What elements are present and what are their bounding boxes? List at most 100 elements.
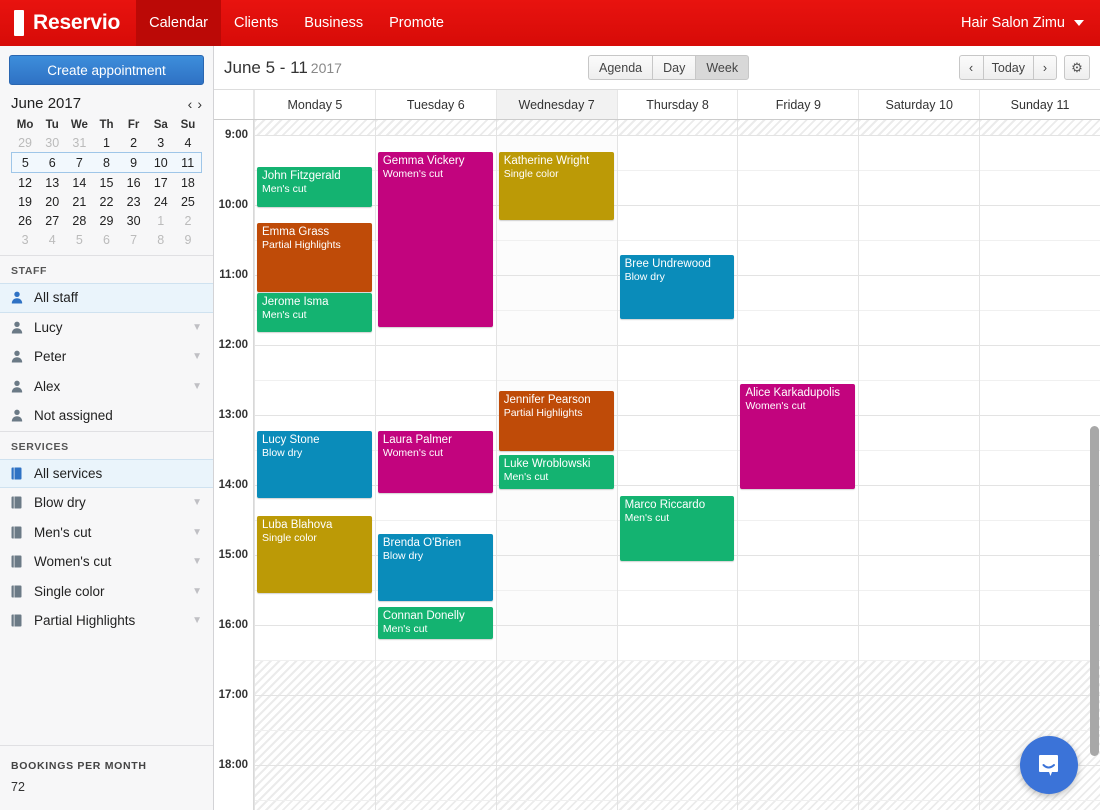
mini-calendar-day[interactable]: 24 <box>147 192 174 211</box>
mini-calendar-day[interactable]: 11 <box>174 152 203 173</box>
mini-calendar-day[interactable]: 14 <box>66 173 93 193</box>
mini-calendar-day[interactable]: 22 <box>93 192 120 211</box>
calendar-event[interactable]: Connan Donelly Men's cut <box>377 607 493 639</box>
view-button-day[interactable]: Day <box>652 55 696 80</box>
mini-calendar-day[interactable]: 25 <box>174 192 201 211</box>
mini-calendar-day[interactable]: 4 <box>174 133 201 153</box>
nav-item-clients[interactable]: Clients <box>221 0 291 46</box>
day-column-thursday[interactable]: Bree Undrewood Blow dry Marco Riccardo Men'… <box>616 120 738 810</box>
calendar-event[interactable]: Jennifer Pearson Partial Highlights <box>498 391 614 451</box>
mini-calendar-day[interactable]: 30 <box>39 133 66 153</box>
service-item-single-color[interactable]: Single color ▼ <box>0 577 213 607</box>
staff-item-lucy[interactable]: Lucy ▼ <box>0 313 213 343</box>
calendar-event[interactable]: Luke Wroblowski Men's cut <box>498 455 614 489</box>
day-header-thursday[interactable]: Thursday 8 <box>616 90 738 119</box>
gear-icon[interactable]: ⚙ <box>1064 55 1090 80</box>
mini-calendar-day[interactable]: 30 <box>120 211 147 230</box>
nav-item-calendar[interactable]: Calendar <box>136 0 221 46</box>
mini-calendar-day[interactable]: 31 <box>66 133 93 153</box>
calendar-scrollbar-thumb[interactable] <box>1090 426 1099 756</box>
calendar-event[interactable]: Brenda O'Brien Blow dry <box>377 534 493 601</box>
prev-week-button[interactable]: ‹ <box>958 55 983 80</box>
mini-calendar-day[interactable]: 6 <box>38 152 66 173</box>
service-item-partial-highlights[interactable]: Partial Highlights ▼ <box>0 606 213 636</box>
view-button-agenda[interactable]: Agenda <box>588 55 653 80</box>
day-header-wednesday[interactable]: Wednesday 7 <box>495 90 617 119</box>
mini-calendar-day[interactable]: 26 <box>12 211 39 230</box>
mini-calendar-day[interactable]: 10 <box>147 152 175 173</box>
staff-item-not-assigned[interactable]: Not assigned <box>0 401 213 431</box>
mini-calendar-day[interactable]: 2 <box>120 133 147 153</box>
mini-calendar-day[interactable]: 5 <box>66 230 93 249</box>
create-appointment-button[interactable]: Create appointment <box>9 55 204 85</box>
chevron-down-icon[interactable]: ▼ <box>192 615 202 626</box>
day-header-monday[interactable]: Monday 5 <box>254 90 375 119</box>
calendar-event[interactable]: John Fitzgerald Men's cut <box>257 167 372 207</box>
service-item-blow-dry[interactable]: Blow dry ▼ <box>0 488 213 518</box>
mini-calendar-prev-icon[interactable]: ‹ <box>188 97 193 111</box>
calendar-event[interactable]: Lucy Stone Blow dry <box>257 431 372 498</box>
calendar-event[interactable]: Gemma Vickery Women's cut <box>377 152 493 327</box>
mini-calendar-day[interactable]: 9 <box>174 230 201 249</box>
day-column-sunday[interactable] <box>979 120 1100 810</box>
day-header-friday[interactable]: Friday 9 <box>737 90 858 119</box>
day-header-sunday[interactable]: Sunday 11 <box>979 90 1100 119</box>
calendar-event[interactable]: Marco Riccardo Men's cut <box>619 496 735 561</box>
mini-calendar-day[interactable]: 9 <box>120 152 148 173</box>
view-button-week[interactable]: Week <box>695 55 750 80</box>
mini-calendar-day[interactable]: 15 <box>93 173 120 193</box>
mini-calendar-day[interactable]: 28 <box>66 211 93 230</box>
calendar-scrollbar[interactable] <box>1090 121 1099 810</box>
mini-calendar-day[interactable]: 8 <box>92 152 121 173</box>
calendar-event[interactable]: Alice Karkadupolis Women's cut <box>740 384 856 489</box>
mini-calendar-day[interactable]: 7 <box>120 230 147 249</box>
mini-calendar-day[interactable]: 2 <box>174 211 201 230</box>
day-column-monday[interactable]: John Fitzgerald Men's cut Emma Grass Partia… <box>254 120 375 810</box>
calendar-event[interactable]: Katherine Wright Single color <box>498 152 614 220</box>
day-header-tuesday[interactable]: Tuesday 6 <box>374 90 496 119</box>
chevron-down-icon[interactable]: ▼ <box>192 556 202 567</box>
chevron-down-icon[interactable]: ▼ <box>192 586 202 597</box>
nav-item-promote[interactable]: Promote <box>376 0 457 46</box>
chevron-down-icon[interactable]: ▼ <box>192 351 202 362</box>
today-button[interactable]: Today <box>982 55 1033 80</box>
mini-calendar-day[interactable]: 17 <box>147 173 174 193</box>
mini-calendar-day[interactable]: 13 <box>39 173 66 193</box>
day-column-friday[interactable]: Alice Karkadupolis Women's cut <box>737 120 859 810</box>
mini-calendar-day[interactable]: 7 <box>65 152 93 173</box>
mini-calendar-day[interactable]: 1 <box>147 211 174 230</box>
chevron-down-icon[interactable]: ▼ <box>192 381 202 392</box>
day-column-saturday[interactable] <box>858 120 980 810</box>
mini-calendar-day[interactable]: 27 <box>39 211 66 230</box>
mini-calendar-day[interactable]: 18 <box>174 173 201 193</box>
service-item-all-services[interactable]: All services <box>0 458 213 488</box>
mini-calendar-day[interactable]: 3 <box>147 133 174 153</box>
calendar-event[interactable]: Bree Undrewood Blow dry <box>619 255 735 319</box>
day-column-wednesday[interactable]: Katherine Wright Single color Jennifer Pea… <box>495 120 617 810</box>
mini-calendar-day[interactable]: 5 <box>10 152 39 173</box>
mini-calendar-day[interactable]: 1 <box>93 133 120 153</box>
service-item-men-s-cut[interactable]: Men's cut ▼ <box>0 518 213 548</box>
calendar-event[interactable]: Luba Blahova Single color <box>257 516 372 593</box>
mini-calendar-day[interactable]: 20 <box>39 192 66 211</box>
chevron-down-icon[interactable]: ▼ <box>192 497 202 508</box>
chat-launcher-button[interactable] <box>1020 736 1078 794</box>
mini-calendar-day[interactable]: 16 <box>120 173 147 193</box>
calendar-event[interactable]: Emma Grass Partial Highlights <box>257 223 372 292</box>
mini-calendar-day[interactable]: 21 <box>66 192 93 211</box>
nav-item-business[interactable]: Business <box>291 0 376 46</box>
mini-calendar-next-icon[interactable]: › <box>197 97 202 111</box>
account-menu[interactable]: Hair Salon Zimu <box>961 0 1100 46</box>
mini-calendar-day[interactable]: 19 <box>12 192 39 211</box>
next-week-button[interactable]: › <box>1033 55 1057 80</box>
day-header-saturday[interactable]: Saturday 10 <box>858 90 979 119</box>
staff-item-alex[interactable]: Alex ▼ <box>0 372 213 402</box>
mini-calendar-day[interactable]: 6 <box>93 230 120 249</box>
mini-calendar-day[interactable]: 8 <box>147 230 174 249</box>
day-column-tuesday[interactable]: Gemma Vickery Women's cut Laura Palmer Wome… <box>374 120 496 810</box>
calendar-event[interactable]: Laura Palmer Women's cut <box>377 431 493 493</box>
staff-item-all-staff[interactable]: All staff <box>0 283 213 313</box>
mini-calendar-day[interactable]: 4 <box>39 230 66 249</box>
staff-item-peter[interactable]: Peter ▼ <box>0 342 213 372</box>
mini-calendar-day[interactable]: 12 <box>12 173 39 193</box>
